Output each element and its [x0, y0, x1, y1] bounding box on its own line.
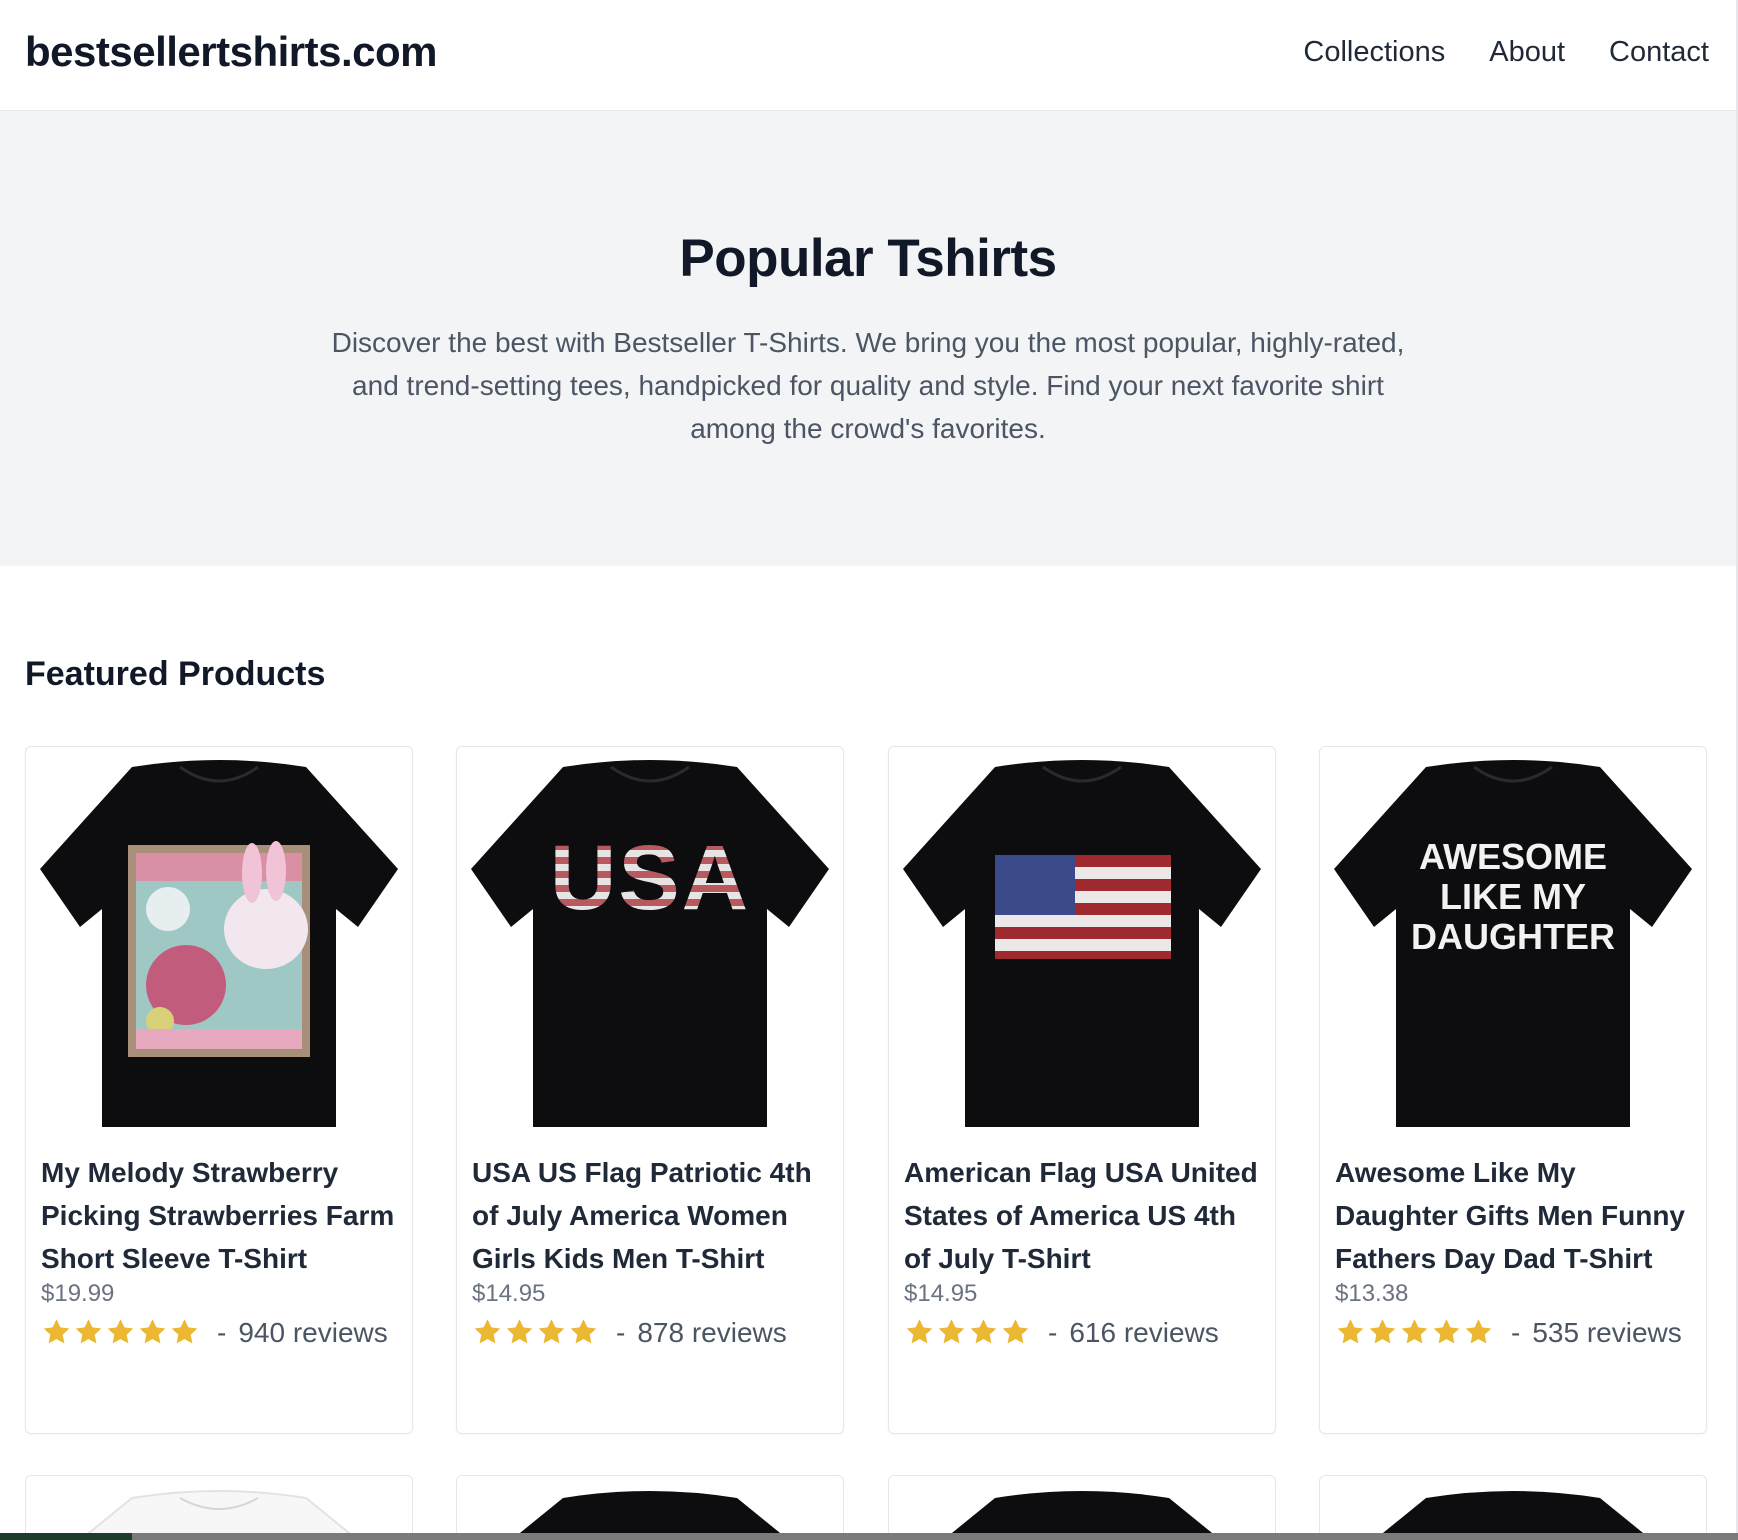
tshirt-shape — [471, 760, 829, 1127]
site-header: bestsellertshirts.com Collections About … — [0, 0, 1736, 111]
rating-stars — [41, 1316, 201, 1359]
star-icon — [1465, 1319, 1492, 1344]
product-title[interactable]: My Melody Strawberry Picking Strawberrie… — [41, 1151, 403, 1280]
product-price: $19.99 — [41, 1280, 115, 1307]
product-image[interactable]: AWESOME LIKE MY DAUGHTER — [1334, 759, 1692, 1129]
star-icon — [906, 1319, 933, 1344]
product-price: $13.38 — [1335, 1280, 1409, 1307]
star-icon — [970, 1319, 997, 1344]
star-icon — [506, 1319, 533, 1344]
product-rating: -616 reviews — [904, 1311, 1266, 1359]
product-card[interactable] — [25, 1475, 413, 1533]
rating-separator: - — [217, 1317, 227, 1348]
product-rating: -878 reviews — [472, 1311, 834, 1359]
star-icon — [139, 1319, 166, 1344]
product-title[interactable]: American Flag USA United States of Ameri… — [904, 1151, 1266, 1280]
product-image[interactable] — [903, 759, 1261, 1129]
review-count: 616 reviews — [1069, 1317, 1219, 1348]
product-price: $14.95 — [904, 1280, 978, 1307]
product-image[interactable] — [1334, 1490, 1692, 1533]
featured-products-heading: Featured Products — [25, 655, 326, 693]
product-card[interactable]: American Flag USA United States of Ameri… — [888, 746, 1276, 1434]
nav-collections[interactable]: Collections — [1303, 36, 1445, 69]
star-icon — [107, 1319, 134, 1344]
rating-separator: - — [616, 1317, 626, 1348]
star-icon — [1401, 1319, 1428, 1344]
hero-title: Popular Tshirts — [679, 229, 1057, 288]
product-card[interactable] — [888, 1475, 1276, 1533]
page: bestsellertshirts.com Collections About … — [0, 0, 1736, 1533]
product-title[interactable]: Awesome Like My Daughter Gifts Men Funny… — [1335, 1151, 1697, 1280]
rating-stars — [1335, 1316, 1495, 1359]
star-icon — [570, 1319, 597, 1344]
product-image[interactable] — [903, 1490, 1261, 1533]
star-icon — [1002, 1319, 1029, 1344]
nav-about[interactable]: About — [1489, 36, 1565, 69]
product-card[interactable]: USA USA US Flag Patriotic 4th of July Am… — [456, 746, 844, 1434]
review-count: 535 reviews — [1532, 1317, 1682, 1348]
star-icon — [1369, 1319, 1396, 1344]
main-nav: Collections About Contact — [1303, 36, 1709, 69]
nav-contact[interactable]: Contact — [1609, 36, 1709, 69]
product-price: $14.95 — [472, 1280, 546, 1307]
star-icon — [538, 1319, 565, 1344]
product-title[interactable]: USA US Flag Patriotic 4th of July Americ… — [472, 1151, 834, 1280]
american-flag-print — [995, 855, 1171, 959]
star-icon — [75, 1319, 102, 1344]
hero-description: Discover the best with Bestseller T-Shir… — [331, 327, 1405, 444]
usa-print-text: USA — [550, 827, 750, 929]
product-card[interactable] — [456, 1475, 844, 1533]
rating-stars — [904, 1316, 1032, 1359]
star-icon — [43, 1319, 70, 1344]
product-image[interactable] — [40, 759, 398, 1129]
product-card[interactable]: My Melody Strawberry Picking Strawberrie… — [25, 746, 413, 1434]
review-count: 940 reviews — [238, 1317, 388, 1348]
review-count: 878 reviews — [637, 1317, 787, 1348]
print-line: DAUGHTER — [1411, 916, 1615, 957]
product-card[interactable]: AWESOME LIKE MY DAUGHTER Awesome Like My… — [1319, 746, 1707, 1434]
print-line: LIKE MY — [1440, 876, 1586, 917]
window-bottom-bar — [0, 1533, 1738, 1540]
product-image[interactable] — [40, 1490, 398, 1533]
star-icon — [474, 1319, 501, 1344]
star-icon — [171, 1319, 198, 1344]
rating-separator: - — [1511, 1317, 1521, 1348]
print-line: AWESOME — [1419, 836, 1607, 877]
product-card[interactable] — [1319, 1475, 1707, 1533]
site-logo[interactable]: bestsellertshirts.com — [25, 28, 438, 76]
hero-section: Popular Tshirts Discover the best with B… — [0, 111, 1736, 566]
product-image[interactable] — [471, 1490, 829, 1533]
star-icon — [938, 1319, 965, 1344]
product-image[interactable]: USA — [471, 759, 829, 1129]
product-rating: -535 reviews — [1335, 1311, 1697, 1359]
star-icon — [1433, 1319, 1460, 1344]
star-icon — [1337, 1319, 1364, 1344]
rating-stars — [472, 1316, 600, 1359]
product-rating: -940 reviews — [41, 1311, 403, 1359]
rating-separator: - — [1048, 1317, 1058, 1348]
